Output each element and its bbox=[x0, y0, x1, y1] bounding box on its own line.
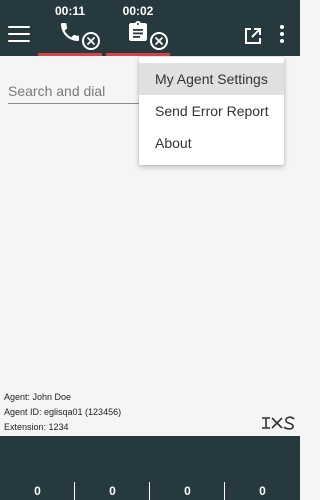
more-vert-icon[interactable] bbox=[276, 25, 288, 45]
top-bar: 00:11 00:02 bbox=[0, 0, 300, 56]
call-tab-2[interactable]: 00:02 bbox=[106, 0, 170, 56]
bottom-stats-bar: 0 0 0 0 bbox=[0, 436, 300, 500]
call-tab-indicator bbox=[38, 53, 102, 56]
stat-value: 0 bbox=[184, 484, 191, 498]
stat-value: 0 bbox=[259, 484, 266, 498]
overflow-menu: My Agent Settings Send Error Report Abou… bbox=[139, 57, 284, 165]
end-call-close-icon[interactable] bbox=[150, 32, 168, 50]
agent-name: Agent: John Doe bbox=[4, 392, 72, 402]
agent-info: Agent: John Doe Agent ID: eglisqa01 (123… bbox=[4, 390, 121, 435]
clipboard-icon bbox=[129, 21, 147, 41]
popout-icon[interactable] bbox=[244, 27, 262, 45]
menu-item-send-error-report[interactable]: Send Error Report bbox=[139, 95, 284, 127]
phone-icon bbox=[61, 23, 79, 41]
menu-item-agent-settings[interactable]: My Agent Settings bbox=[139, 63, 284, 95]
call-timer: 00:02 bbox=[122, 4, 154, 18]
agent-extension: Extension: 1234 bbox=[4, 422, 69, 432]
call-tab-1[interactable]: 00:11 bbox=[38, 0, 102, 56]
call-timer: 00:11 bbox=[54, 4, 86, 18]
agent-id: Agent ID: eglisqa01 (123456) bbox=[4, 407, 122, 417]
call-tab-indicator bbox=[106, 53, 170, 56]
stat-value: 0 bbox=[109, 484, 116, 498]
brand-logo bbox=[262, 416, 295, 430]
hamburger-menu-icon[interactable] bbox=[8, 26, 30, 44]
end-call-close-icon[interactable] bbox=[82, 32, 100, 50]
stat-value: 0 bbox=[34, 484, 41, 498]
menu-item-about[interactable]: About bbox=[139, 127, 284, 159]
